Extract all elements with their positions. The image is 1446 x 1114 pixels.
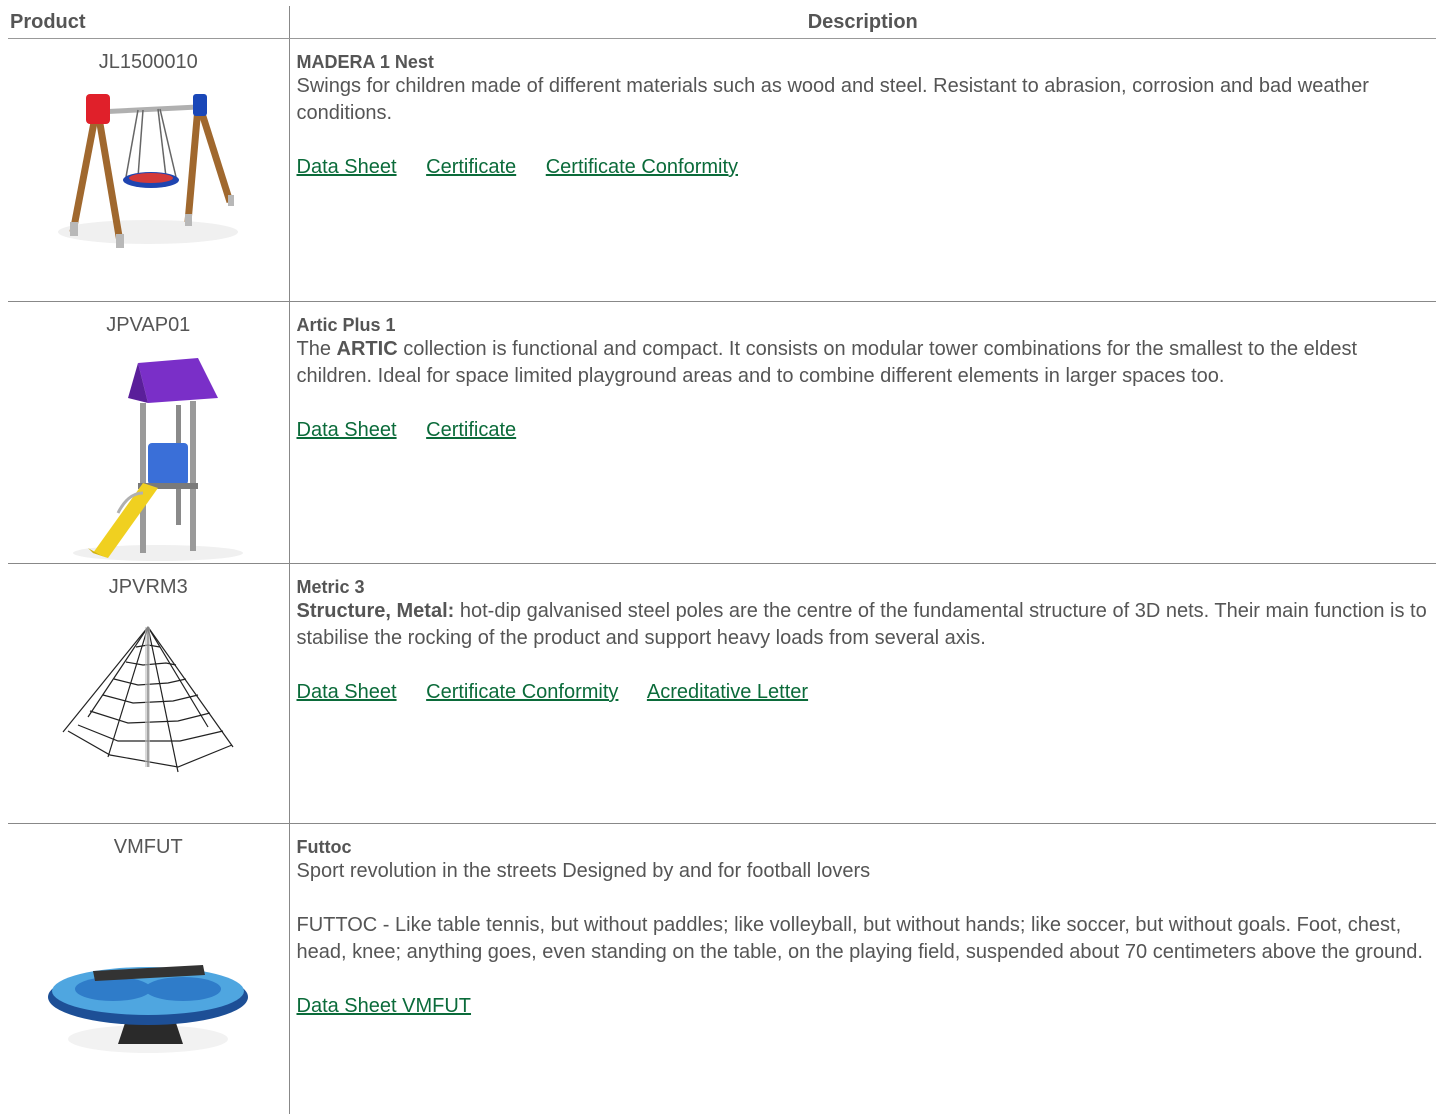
playground-tower-image: [73, 358, 244, 561]
product-cell: VMFUT: [8, 823, 290, 1114]
product-code: JPVRM3: [108, 576, 188, 598]
product-description: Swings for children made of different ma…: [296, 75, 1369, 124]
product-cell: JPVRM3: [8, 563, 290, 824]
products-table: Product Description JL1500010 MADERA 1 N…: [8, 6, 1436, 1114]
product-code: JL1500010: [98, 51, 198, 73]
description-cell: Futtoc Sport revolution in the streets D…: [289, 824, 1436, 1114]
table-row: JL1500010 MADERA 1 Nest Swings for child…: [8, 38, 1436, 302]
document-links: Data Sheet Certificate Conformity Acredi…: [297, 679, 1431, 706]
certificate-link[interactable]: Certificate: [426, 419, 516, 441]
description-cell: Artic Plus 1 The ARTIC collection is fun…: [289, 301, 1436, 564]
table-row: JPVRM3 Metric 3 Structure, Metal: hot-di…: [8, 563, 1436, 824]
document-links: Data Sheet Certificate Certificate Confo…: [297, 154, 1431, 181]
document-links: Data Sheet VMFUT: [297, 993, 1431, 1020]
data-sheet-link[interactable]: Data Sheet: [297, 156, 397, 178]
product-cell: JPVAP01: [8, 301, 290, 564]
football-table-image: [48, 965, 249, 1053]
acreditative-letter-link[interactable]: Acreditative Letter: [647, 681, 808, 703]
description-cell: MADERA 1 Nest Swings for children made o…: [289, 38, 1436, 302]
product-cell: JL1500010: [8, 38, 290, 302]
data-sheet-link[interactable]: Data Sheet: [297, 681, 397, 703]
header-description: Description: [289, 6, 1436, 39]
product-description: Structure, Metal: hot-dip galvanised ste…: [296, 600, 1427, 649]
product-name: Metric 3: [296, 577, 365, 597]
table-row: VMFUT Futtoc Sport revolution in the str…: [8, 823, 1436, 1114]
product-name: Futtoc: [296, 837, 352, 857]
table-header-row: Product Description: [8, 6, 1436, 39]
product-code: JPVAP01: [106, 314, 191, 336]
product-name: Artic Plus 1: [296, 315, 396, 335]
product-description: Sport revolution in the streets Designed…: [296, 860, 871, 882]
document-links: Data Sheet Certificate: [297, 417, 1431, 444]
product-code: VMFUT: [113, 836, 183, 858]
product-name: MADERA 1 Nest: [296, 52, 434, 72]
description-cell: Metric 3 Structure, Metal: hot-dip galva…: [289, 563, 1436, 824]
table-row: JPVAP01 Artic Plus 1 The ARTIC collectio…: [8, 301, 1436, 564]
swing-nest-image: [58, 94, 239, 248]
product-description: The ARTIC collection is functional and c…: [296, 338, 1358, 387]
certificate-conformity-link[interactable]: Certificate Conformity: [546, 156, 738, 178]
data-sheet-link[interactable]: Data Sheet: [297, 419, 397, 441]
net-pyramid-image: [62, 626, 234, 773]
data-sheet-link[interactable]: Data Sheet VMFUT: [297, 995, 472, 1017]
product-description-detail: FUTTOC - Like table tennis, but without …: [296, 914, 1423, 963]
header-product: Product: [8, 6, 290, 39]
certificate-conformity-link[interactable]: Certificate Conformity: [426, 681, 618, 703]
certificate-link[interactable]: Certificate: [426, 156, 516, 178]
